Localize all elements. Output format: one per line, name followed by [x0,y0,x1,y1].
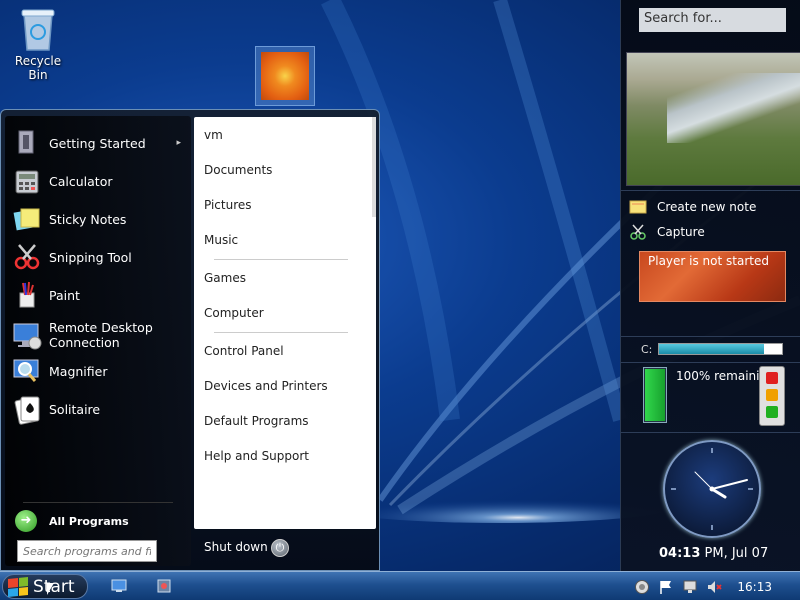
program-label-line-2: Connection [49,335,120,350]
media-player-gadget[interactable]: Player is not started [639,251,786,302]
place-pictures[interactable]: Pictures [204,193,252,217]
getting-started-icon [11,127,43,159]
program-getting-started[interactable]: Getting Started ▸ [11,126,187,160]
second-hand [694,471,713,490]
user-picture-desktop-icon[interactable] [255,46,315,106]
program-label: Solitaire [49,401,101,417]
place-devices-and-printers[interactable]: Devices and Printers [204,374,328,398]
program-magnifier[interactable]: Magnifier [11,354,187,388]
place-documents[interactable]: Documents [204,158,272,182]
speaker-muted-icon[interactable] [706,579,722,595]
separator [621,336,800,337]
calculator-icon [11,165,43,197]
separator [621,190,800,191]
media-player-status: Player is not started [648,254,769,268]
all-programs-label: All Programs [49,514,129,528]
battery-icon [643,367,667,423]
magnifier-icon [11,355,43,387]
program-label: Paint [49,287,80,303]
sticky-notes-icon [11,203,43,235]
taskbar: Start 16:13 [0,571,800,600]
start-button[interactable]: Start [2,574,88,599]
separator [214,332,348,333]
sidebar-search-input[interactable]: Search for... [639,8,786,32]
program-sticky-notes[interactable]: Sticky Notes [11,202,187,236]
windows-sidebar: Search for... Create new note Capture Pl… [620,0,800,571]
separator [23,502,173,503]
program-label: Calculator [49,173,113,189]
place-help-and-support[interactable]: Help and Support [204,444,309,468]
create-note-button[interactable]: Create new note [629,197,756,217]
action-center-flag-icon[interactable] [658,579,674,595]
place-computer[interactable]: Computer [204,301,264,325]
clock-face-icon [671,448,753,530]
program-paint[interactable]: Paint [11,278,187,312]
power-options-icon[interactable]: ⏻ [271,539,289,557]
program-label: Getting Started [49,135,146,151]
separator [621,432,800,433]
create-note-label: Create new note [657,200,757,214]
snipping-tool-icon [11,241,43,273]
windows-logo-icon [8,576,28,597]
place-default-programs[interactable]: Default Programs [204,409,309,433]
recycle-bin-icon [18,6,58,52]
start-menu-places-pane: vm Documents Pictures Music Games Comput… [194,117,376,529]
program-remote-desktop[interactable]: Remote Desktop Connection [11,316,187,354]
place-games[interactable]: Games [204,266,246,290]
program-snipping-tool[interactable]: Snipping Tool [11,240,187,274]
landscape-picture [667,73,800,143]
clock-date: PM, Jul 07 [704,546,769,561]
amber-light-icon [766,389,778,401]
place-user-folder[interactable]: vm [204,123,223,147]
drive-meter-gadget: C: [641,342,786,356]
drive-usage-fill [659,344,764,354]
paint-icon [11,279,43,311]
network-status-icon[interactable] [634,579,650,595]
network-computer-icon[interactable] [682,579,698,595]
status-lights-gadget [759,366,785,426]
solitaire-icon [11,393,43,425]
separator [621,362,800,363]
program-label: Magnifier [49,363,108,379]
program-calculator[interactable]: Calculator [11,164,187,198]
clock-readout: 04:13 PM, Jul 07 [659,546,768,561]
capture-label: Capture [657,225,705,239]
mouse-cursor [47,583,54,595]
capture-button[interactable]: Capture [629,222,705,242]
recycle-bin-label: Recycle Bin [14,54,62,82]
minute-hand [711,479,748,490]
program-solitaire[interactable]: Solitaire [11,392,187,426]
drive-usage-bar [658,343,784,355]
separator [214,259,348,260]
system-tray: 16:13 [628,575,800,598]
program-label: Sticky Notes [49,211,127,227]
remote-desktop-icon [11,319,43,351]
scissors-icon [629,224,647,240]
slideshow-gadget[interactable] [626,52,800,186]
program-label: Snipping Tool [49,249,132,265]
green-arrow-icon: ➜ [15,510,37,532]
place-control-panel[interactable]: Control Panel [204,339,284,363]
clock-gadget[interactable] [663,440,761,538]
start-search-input[interactable] [17,540,157,562]
green-light-icon [766,406,778,418]
note-icon [629,199,647,215]
submenu-arrow-icon: ▸ [176,138,181,148]
program-label: Remote Desktop [49,320,153,335]
red-light-icon [766,372,778,384]
battery-level-fill [645,369,665,421]
places-scrollbar[interactable] [372,117,376,217]
drive-label: C: [641,342,653,356]
start-menu-programs-pane: Getting Started ▸ Calculator Sticky Note… [5,116,191,566]
start-menu: Getting Started ▸ Calculator Sticky Note… [0,109,380,571]
all-programs-button[interactable]: ➜ All Programs [11,508,187,534]
clock-time: 04:13 [659,546,701,561]
recycle-bin-desktop-icon[interactable]: Recycle Bin [4,6,72,82]
flower-picture-icon [261,52,309,100]
show-desktop-icon[interactable] [110,577,128,595]
place-music[interactable]: Music [204,228,238,252]
switch-windows-icon[interactable] [155,577,173,595]
shutdown-button[interactable]: Shut down [204,540,268,554]
taskbar-clock[interactable]: 16:13 [737,580,772,594]
